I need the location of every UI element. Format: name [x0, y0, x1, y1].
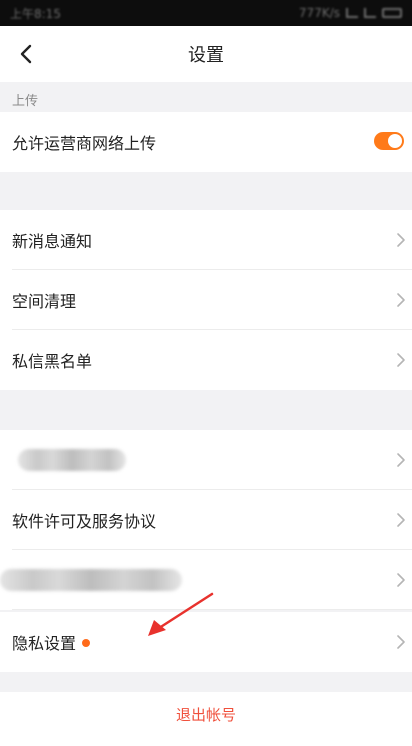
page-title: 设置	[188, 45, 224, 66]
battery-icon	[382, 8, 402, 18]
row-label: 允许运营商网络上传	[12, 134, 157, 153]
network-speed: 777K/s	[298, 6, 340, 20]
chevron-right-icon	[397, 293, 405, 307]
logout-area: 退出帐号	[0, 692, 412, 746]
toggle-knob	[388, 134, 402, 148]
chevron-right-icon	[397, 635, 405, 649]
wifi-icon	[364, 8, 376, 18]
logout-mask	[236, 692, 412, 746]
signal-icon	[346, 8, 358, 18]
row-privacy-settings[interactable]: 隐私设置	[0, 612, 412, 672]
section-gap	[0, 672, 232, 692]
chevron-left-icon	[20, 44, 32, 64]
row-redacted-2[interactable]	[0, 550, 412, 610]
nav-bar: 设置	[0, 26, 412, 82]
row-space-cleanup[interactable]: 空间清理	[0, 270, 412, 330]
row-label: 隐私设置	[12, 634, 77, 653]
back-button[interactable]	[10, 38, 42, 70]
status-left: 上午8:15	[10, 5, 61, 22]
row-new-message-notify[interactable]: 新消息通知	[0, 210, 412, 270]
chevron-right-icon	[397, 513, 405, 527]
redacted-label	[0, 569, 182, 591]
divider	[12, 609, 412, 610]
status-time: 上午8:15	[10, 6, 61, 21]
carrier-upload-toggle[interactable]	[374, 132, 404, 150]
section-header-upload: 上传	[0, 86, 412, 112]
row-allow-carrier-upload: 允许运营商网络上传	[0, 112, 412, 172]
status-right: 777K/s	[299, 6, 402, 20]
section-gap	[0, 390, 412, 430]
row-label: 私信黑名单	[12, 352, 93, 371]
row-label: 新消息通知	[12, 232, 93, 251]
chevron-right-icon	[397, 573, 405, 587]
new-badge-dot	[82, 639, 91, 647]
status-bar: 上午8:15 777K/s	[0, 0, 412, 26]
row-redacted-1[interactable]	[0, 430, 412, 490]
row-label: 空间清理	[12, 292, 77, 311]
row-label: 软件许可及服务协议	[12, 512, 157, 531]
row-dm-blacklist[interactable]: 私信黑名单	[0, 330, 412, 390]
redacted-label	[18, 449, 126, 471]
chevron-right-icon	[397, 453, 405, 467]
chevron-right-icon	[397, 233, 405, 247]
chevron-right-icon	[397, 353, 405, 367]
section-gap	[0, 172, 412, 210]
row-license-agreement[interactable]: 软件许可及服务协议	[0, 490, 412, 550]
